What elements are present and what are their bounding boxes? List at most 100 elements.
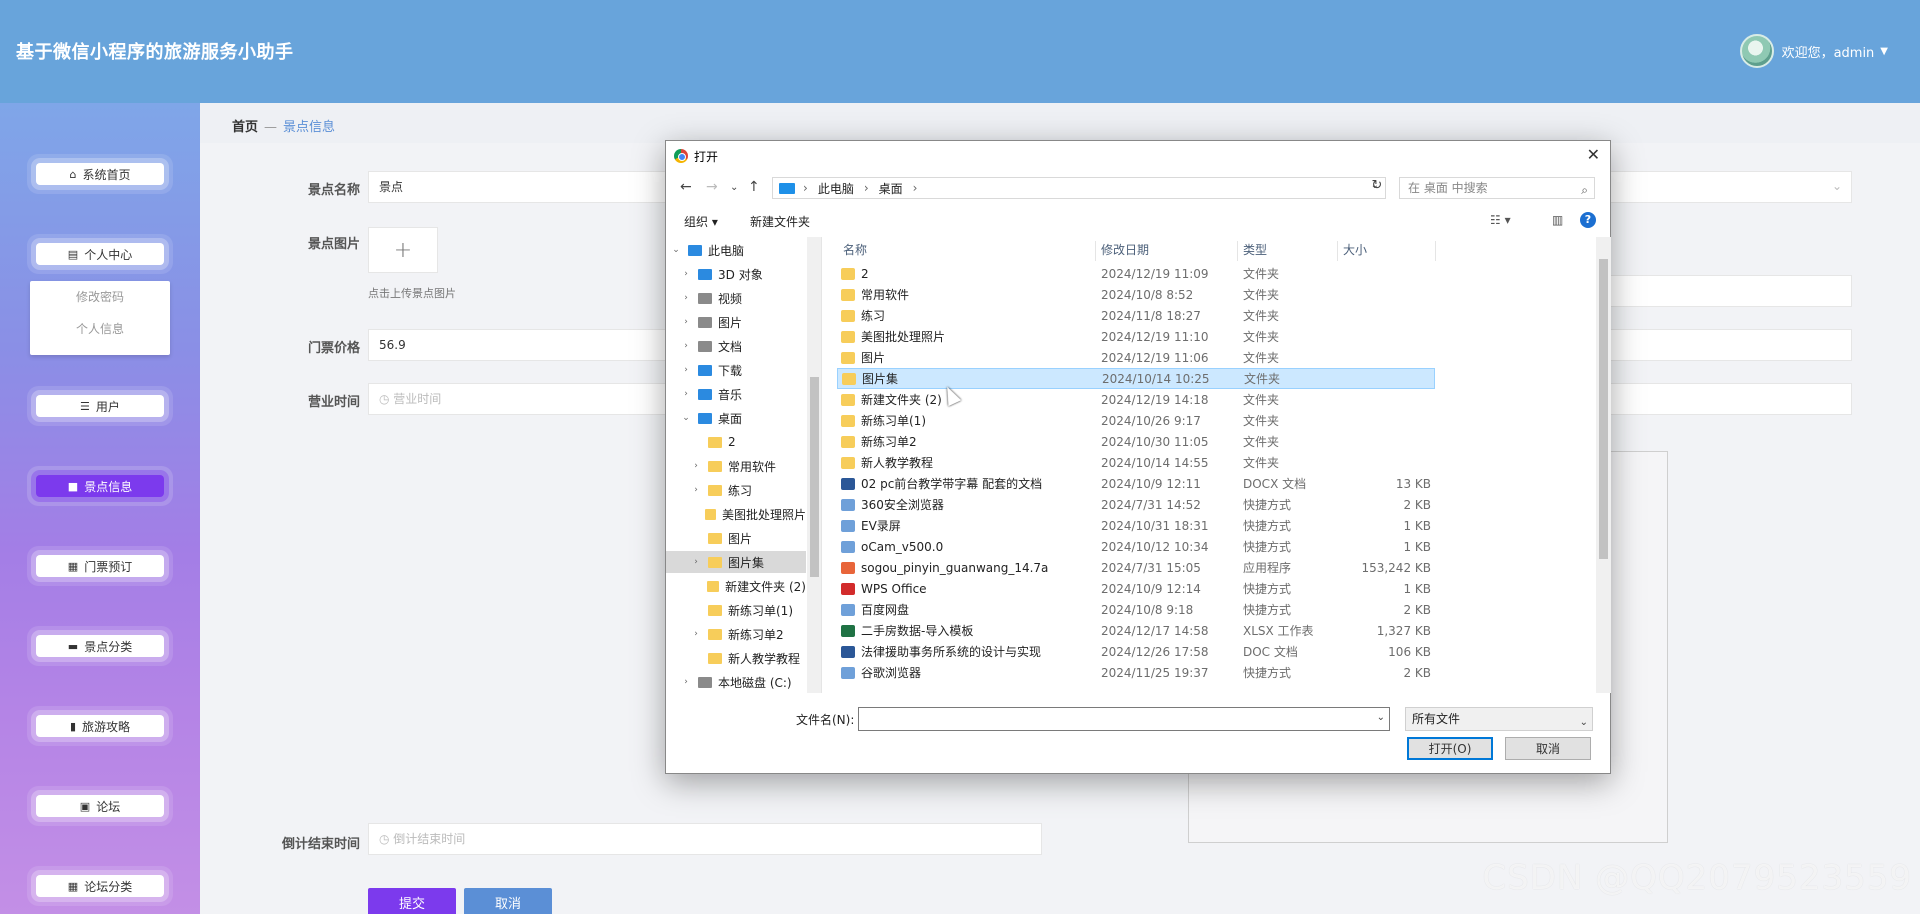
expand-right-icon[interactable]: › — [680, 365, 692, 375]
user-menu[interactable]: 欢迎您，admin ▼ — [1739, 34, 1888, 68]
column-header-date[interactable]: 修改日期 — [1101, 237, 1149, 263]
file-row[interactable]: EV录屏 2024/10/31 18:31 快捷方式 1 KB — [837, 515, 1435, 536]
column-header-type[interactable]: 类型 — [1243, 237, 1267, 263]
nav-item-tutorial[interactable]: 新人教学教程 — [690, 647, 806, 669]
file-row[interactable]: WPS Office 2024/10/9 12:14 快捷方式 1 KB — [837, 578, 1435, 599]
nav-item-desktop[interactable]: ⌄ 桌面 — [680, 407, 806, 429]
nav-item-music[interactable]: › 音乐 — [680, 383, 806, 405]
column-header-size[interactable]: 大小 — [1343, 237, 1367, 263]
recent-chevron-icon[interactable]: ⌄ — [730, 182, 738, 193]
sidebar-item-ticket-booking[interactable]: ▦ 门票预订 — [36, 555, 164, 577]
dialog-cancel-button[interactable]: 取消 — [1505, 737, 1591, 760]
nav-item-common-software[interactable]: › 常用软件 — [690, 455, 806, 477]
submenu-item-change-password[interactable]: 修改密码 — [30, 281, 170, 313]
nav-item-this-pc[interactable]: ⌄ 此电脑 — [670, 239, 806, 261]
expand-right-icon[interactable]: › — [680, 389, 692, 399]
nav-item-downloads[interactable]: › 下载 — [680, 359, 806, 381]
nav-item-new-folder-2[interactable]: 新建文件夹 (2) — [690, 575, 806, 597]
file-scroll-thumb[interactable] — [1599, 259, 1608, 559]
filename-dropdown-icon[interactable]: ⌄ — [1377, 712, 1385, 723]
expand-down-icon[interactable]: ⌄ — [680, 413, 692, 423]
expand-right-icon[interactable]: › — [690, 629, 702, 639]
organize-button[interactable]: 组织 ▾ — [684, 213, 718, 230]
nav-item-picture-collection[interactable]: › 图片集 — [666, 551, 806, 573]
file-row[interactable]: 常用软件 2024/10/8 8:52 文件夹 — [837, 284, 1435, 305]
name-dropdown-arrow[interactable]: ⌄ — [1620, 171, 1852, 203]
file-scrollbar[interactable] — [1596, 237, 1611, 693]
avatar[interactable] — [1739, 34, 1774, 68]
file-row[interactable]: 02 pc前台教学带字幕 配套的文档 2024/10/9 12:11 DOCX 文档… — [837, 473, 1435, 494]
filetype-dropdown-icon[interactable]: ⌄ — [1580, 712, 1588, 734]
expand-down-icon[interactable]: ⌄ — [670, 245, 682, 255]
countdown-input[interactable]: ◷ 倒计结束时间 — [368, 823, 1042, 855]
image-side-input[interactable] — [1610, 275, 1852, 307]
expand-right-icon[interactable]: › — [680, 269, 692, 279]
nav-item-pictures-folder[interactable]: 图片 — [690, 527, 806, 549]
file-row[interactable]: 练习 2024/11/8 18:27 文件夹 — [837, 305, 1435, 326]
file-row[interactable]: 法律援助事务所系统的设计与实现 2024/12/26 17:58 DOC 文档 106… — [837, 641, 1435, 662]
view-options-icon[interactable]: ☷ ▾ — [1490, 213, 1511, 227]
file-row[interactable]: 图片 2024/12/19 11:06 文件夹 — [837, 347, 1435, 368]
sidebar-item-users[interactable]: ☰ 用户 — [36, 395, 164, 417]
sidebar-item-forum-category[interactable]: ▦ 论坛分类 — [36, 875, 164, 897]
file-row[interactable]: oCam_v500.0 2024/10/12 10:34 快捷方式 1 KB — [837, 536, 1435, 557]
help-icon[interactable]: ? — [1580, 212, 1596, 228]
breadcrumb-home[interactable]: 首页 — [232, 120, 258, 135]
back-arrow-icon[interactable]: ← — [680, 179, 692, 195]
file-row[interactable]: 新练习单(1) 2024/10/26 9:17 文件夹 — [837, 410, 1435, 431]
nav-scroll-thumb[interactable] — [810, 377, 819, 577]
refresh-icon[interactable]: ↻ — [1368, 178, 1386, 196]
expand-right-icon[interactable]: › — [690, 557, 702, 567]
sidebar-item-scenic-category[interactable]: ▬ 景点分类 — [36, 635, 164, 657]
close-icon[interactable]: ✕ — [1587, 145, 1600, 164]
nav-item-pictures[interactable]: › 图片 — [680, 311, 806, 333]
search-input[interactable]: 在 桌面 中搜索 ⌕ — [1399, 177, 1595, 199]
file-row[interactable]: 二手房数据-导入模板 2024/12/17 14:58 XLSX 工作表 1,327 … — [837, 620, 1435, 641]
filename-input[interactable]: ⌄ — [858, 707, 1390, 731]
file-row[interactable]: sogou_pinyin_guanwang_14.7a 2024/7/31 15:… — [837, 557, 1435, 578]
file-row[interactable]: 360安全浏览器 2024/7/31 14:52 快捷方式 2 KB — [837, 494, 1435, 515]
address-bar[interactable]: › 此电脑 › 桌面 › ⌄ — [772, 177, 1386, 199]
preview-pane-icon[interactable]: ▥ — [1552, 213, 1563, 227]
file-row[interactable]: 图片集 2024/10/14 10:25 文件夹 — [837, 368, 1435, 389]
welcome-text[interactable]: 欢迎您，admin — [1782, 42, 1875, 61]
file-row[interactable]: 美图批处理照片 2024/12/19 11:10 文件夹 — [837, 326, 1435, 347]
nav-item-practice[interactable]: › 练习 — [690, 479, 806, 501]
image-upload-button[interactable]: + — [368, 227, 438, 273]
cancel-button[interactable]: 取消 — [464, 888, 552, 914]
expand-right-icon[interactable]: › — [690, 461, 702, 471]
forward-arrow-icon[interactable]: → — [706, 179, 718, 195]
chevron-down-icon[interactable]: ▼ — [1880, 46, 1888, 57]
nav-item-folder-2[interactable]: 2 — [690, 431, 806, 453]
nav-item-meitu-batch[interactable]: 美图批处理照片 — [690, 503, 806, 525]
nav-item-videos[interactable]: › 视频 — [680, 287, 806, 309]
expand-right-icon[interactable]: › — [680, 677, 692, 687]
path-segment-pc[interactable]: 此电脑 — [818, 180, 854, 197]
file-row[interactable]: 新建文件夹 (2) 2024/12/19 14:18 文件夹 — [837, 389, 1435, 410]
file-row[interactable]: 谷歌浏览器 2024/11/25 19:37 快捷方式 2 KB — [837, 662, 1435, 683]
filetype-select[interactable]: 所有文件 ⌄ — [1405, 707, 1593, 731]
nav-scrollbar[interactable] — [807, 237, 821, 693]
sidebar-item-travel-guide[interactable]: ▮ 旅游攻略 — [36, 715, 164, 737]
nav-item-documents[interactable]: › 文档 — [680, 335, 806, 357]
column-header-name[interactable]: 名称 — [843, 237, 867, 263]
dialog-titlebar[interactable]: 打开 ✕ — [666, 141, 1610, 171]
sidebar-item-scenic-info[interactable]: ■ 景点信息 — [36, 475, 164, 497]
nav-item-3d-objects[interactable]: › 3D 对象 — [680, 263, 806, 285]
file-row[interactable]: 2 2024/12/19 11:09 文件夹 — [837, 263, 1435, 284]
nav-item-practice-sheet-1[interactable]: 新练习单(1) — [690, 599, 806, 621]
submit-button[interactable]: 提交 — [368, 888, 456, 914]
submenu-item-personal-info[interactable]: 个人信息 — [30, 313, 170, 345]
path-segment-desktop[interactable]: 桌面 — [879, 180, 903, 197]
sidebar-item-home[interactable]: ⌂ 系统首页 — [36, 163, 164, 185]
sidebar-item-personal-center[interactable]: ▤ 个人中心 — [36, 243, 164, 265]
expand-right-icon[interactable]: › — [680, 341, 692, 351]
file-row[interactable]: 百度网盘 2024/10/8 9:18 快捷方式 2 KB — [837, 599, 1435, 620]
open-button[interactable]: 打开(O) — [1407, 737, 1493, 760]
nav-item-local-disk-c[interactable]: › 本地磁盘 (C:) — [680, 671, 806, 693]
up-arrow-icon[interactable]: ↑ — [748, 179, 760, 195]
nav-item-practice-sheet-2[interactable]: › 新练习单2 — [690, 623, 806, 645]
file-row[interactable]: 新练习单2 2024/10/30 11:05 文件夹 — [837, 431, 1435, 452]
new-folder-button[interactable]: 新建文件夹 — [750, 213, 810, 230]
expand-right-icon[interactable]: › — [680, 293, 692, 303]
